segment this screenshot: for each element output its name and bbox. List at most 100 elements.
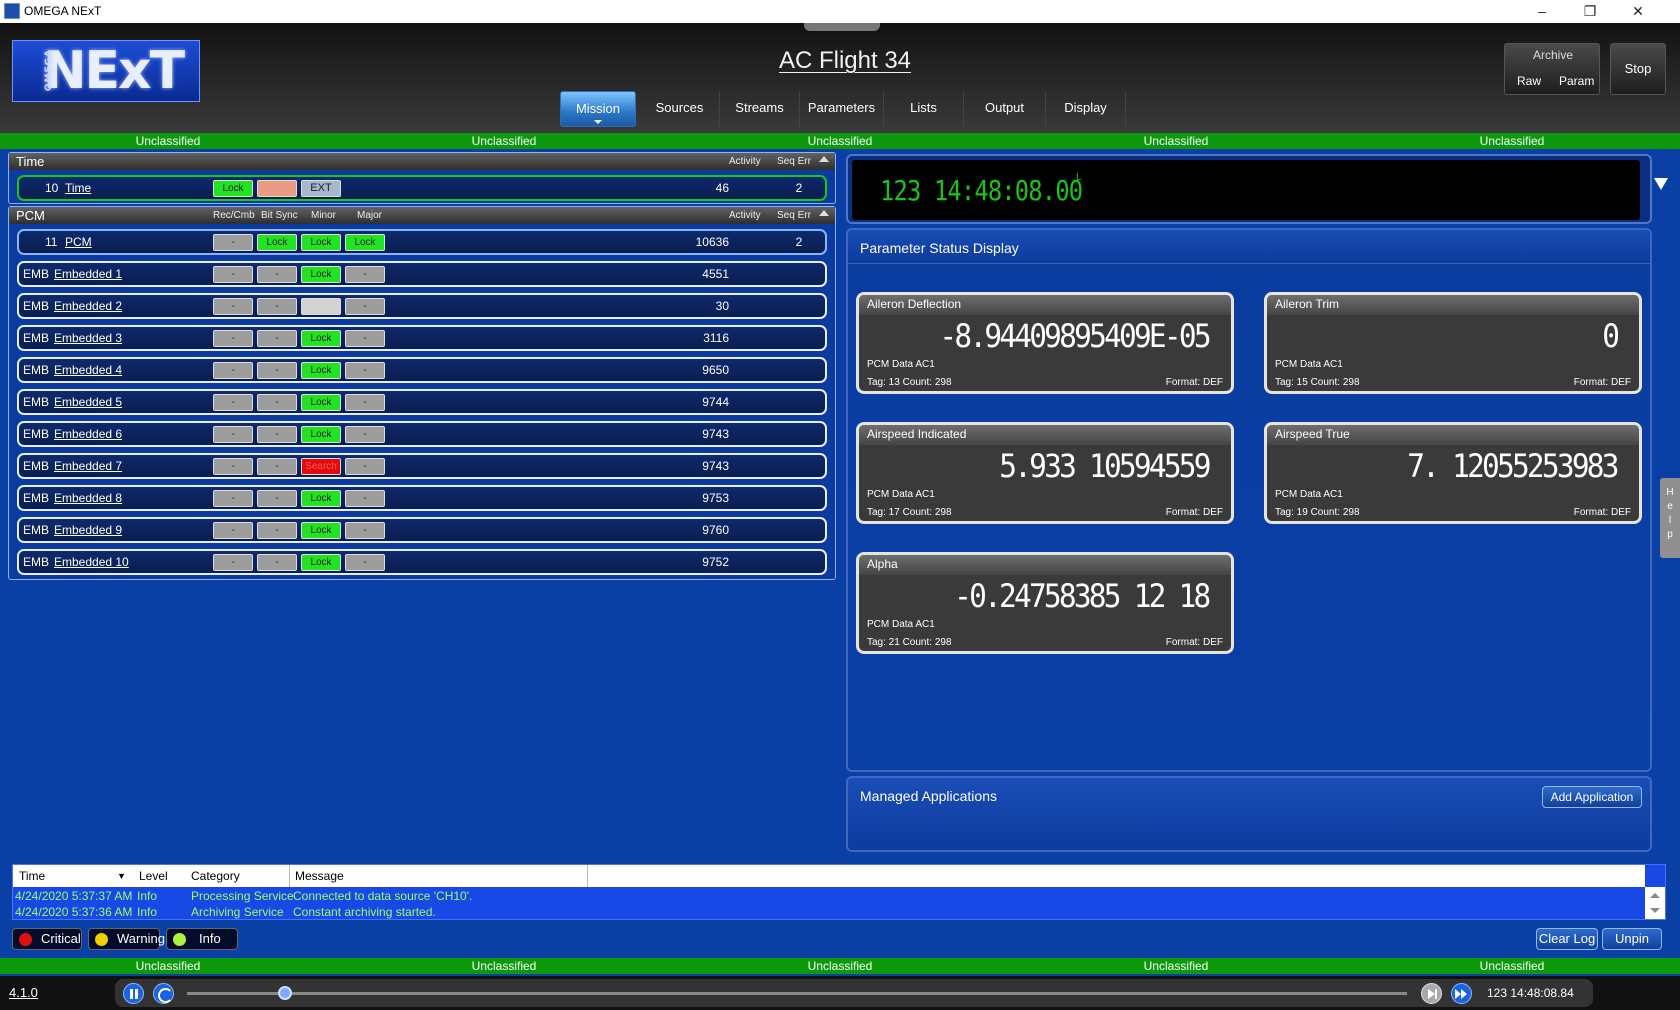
tab-streams[interactable]: Streams xyxy=(720,91,800,127)
playback-slider-thumb[interactable] xyxy=(277,986,292,1000)
log-header: Time ▼ Level Category Message xyxy=(13,865,1645,887)
classification-label: Unclassified xyxy=(1143,959,1209,973)
omega-next-logo: OMEGA NExT xyxy=(12,40,200,102)
param-card[interactable]: Aileron Trim 0 PCM Data AC1 Tag: 15 Coun… xyxy=(1264,292,1642,394)
activity-value: 9743 xyxy=(702,427,729,441)
bit-sync-indicator: - xyxy=(257,426,297,443)
minor-indicator xyxy=(301,298,341,315)
param-card-format: Format: DEF xyxy=(1573,377,1631,388)
major-indicator: Lock xyxy=(345,234,385,251)
critical-filter-button[interactable]: Critical xyxy=(12,928,82,950)
minor-indicator: Lock xyxy=(301,394,341,411)
col-seq-err: Seq Err xyxy=(777,210,811,221)
embedded-row[interactable]: EMB Embedded 9- - Lock -9760 xyxy=(17,517,827,543)
rec-cmb-indicator: - xyxy=(213,490,253,507)
archive-label[interactable]: Archive xyxy=(1505,48,1601,62)
row-name-link[interactable]: Embedded 9 xyxy=(54,523,122,537)
sync-icon[interactable] xyxy=(153,983,174,1004)
embedded-row[interactable]: EMB Embedded 2- - -30 xyxy=(17,293,827,319)
app-icon xyxy=(4,3,20,19)
help-tab[interactable]: H e l p xyxy=(1660,478,1680,558)
warning-filter-button[interactable]: Warning xyxy=(88,928,165,950)
row-name-link[interactable]: Embedded 1 xyxy=(54,267,122,281)
param-card-source: PCM Data AC1 xyxy=(867,359,935,370)
stop-button[interactable]: Stop xyxy=(1610,43,1666,95)
log-scrollbar[interactable] xyxy=(1645,887,1665,919)
tab-lists[interactable]: Lists xyxy=(884,91,964,127)
row-name-link[interactable]: Time xyxy=(65,181,91,195)
unpin-button[interactable]: Unpin xyxy=(1602,928,1662,950)
add-application-button[interactable]: Add Application xyxy=(1542,786,1642,808)
embedded-row[interactable]: EMB Embedded 7- - Search -9743 xyxy=(17,453,827,479)
archive-param-button[interactable]: Param xyxy=(1559,74,1594,88)
activity-value: 3116 xyxy=(703,331,729,345)
step-forward-icon[interactable] xyxy=(1421,983,1442,1004)
log-row[interactable]: 4/24/2020 5:37:36 AM Info Archiving Serv… xyxy=(15,905,1635,921)
archive-raw-button[interactable]: Raw xyxy=(1517,74,1541,88)
tab-output[interactable]: Output xyxy=(964,91,1046,127)
classification-label: Unclassified xyxy=(135,134,201,148)
param-card[interactable]: Airspeed True 7. 12055253983 PCM Data AC… xyxy=(1264,422,1642,524)
minor-indicator: Lock xyxy=(301,490,341,507)
pcm-group: PCM Rec/Cmb Bit Sync Minor Major Activit… xyxy=(8,206,836,580)
row-name-link[interactable]: PCM xyxy=(65,235,92,249)
playback-track[interactable] xyxy=(187,992,1407,995)
param-card[interactable]: Aileron Deflection -8.94409895409E-05 PC… xyxy=(856,292,1234,394)
minimize-button[interactable]: – xyxy=(1522,1,1562,21)
row-name-link[interactable]: Embedded 4 xyxy=(54,363,122,377)
embedded-row[interactable]: EMB Embedded 5- - Lock -9744 xyxy=(17,389,827,415)
pull-down-handle[interactable] xyxy=(804,23,880,31)
archive-control[interactable]: Archive Raw Param xyxy=(1504,43,1600,95)
close-button[interactable]: ✕ xyxy=(1618,1,1658,21)
row-name-link[interactable]: Embedded 6 xyxy=(54,427,122,441)
collapse-icon[interactable] xyxy=(819,156,829,162)
row-name-link[interactable]: Embedded 2 xyxy=(54,299,122,313)
mission-title[interactable]: AC Flight 34 xyxy=(680,47,1010,75)
embedded-row[interactable]: EMB Embedded 8- - Lock -9753 xyxy=(17,485,827,511)
row-number: EMB xyxy=(23,299,50,313)
col-activity: Activity xyxy=(729,210,761,221)
collapse-icon[interactable] xyxy=(819,210,829,216)
clock-suffix: L xyxy=(1076,172,1082,183)
clear-log-button[interactable]: Clear Log xyxy=(1536,928,1598,950)
tab-mission[interactable]: Mission xyxy=(560,91,636,127)
log-panel: Time ▼ Level Category Message 4/24/2020 … xyxy=(12,864,1666,920)
pause-icon[interactable] xyxy=(123,983,144,1004)
info-filter-button[interactable]: Info xyxy=(166,928,238,950)
param-card-value: 7. 12055253983 xyxy=(1407,447,1619,485)
tab-sources[interactable]: Sources xyxy=(640,91,720,127)
param-card-source: PCM Data AC1 xyxy=(1275,359,1343,370)
row-name-link[interactable]: Embedded 10 xyxy=(54,555,129,569)
maximize-button[interactable]: ❐ xyxy=(1570,1,1610,21)
row-name-link[interactable]: Embedded 8 xyxy=(54,491,122,505)
log-col-category[interactable]: Category xyxy=(191,869,240,883)
playback-time: 123 14:48:08.84 xyxy=(1487,986,1574,1000)
managed-applications-panel: Managed Applications Add Application xyxy=(846,776,1652,852)
param-card[interactable]: Airspeed Indicated 5.933 10594559 PCM Da… xyxy=(856,422,1234,524)
embedded-row[interactable]: EMB Embedded 1- - Lock -4551 xyxy=(17,261,827,287)
embedded-row[interactable]: EMB Embedded 3- - Lock -3116 xyxy=(17,325,827,351)
log-col-time[interactable]: Time xyxy=(19,869,45,883)
param-card[interactable]: Alpha -0.24758385 12 18 PCM Data AC1 Tag… xyxy=(856,552,1234,654)
log-col-message[interactable]: Message xyxy=(295,869,344,883)
row-name-link[interactable]: Embedded 5 xyxy=(54,395,122,409)
status-indicator xyxy=(257,180,297,197)
log-col-level[interactable]: Level xyxy=(139,869,168,883)
embedded-row[interactable]: EMB Embedded 4- - Lock -9650 xyxy=(17,357,827,383)
version-label[interactable]: 4.1.0 xyxy=(9,985,38,1000)
log-row[interactable]: 4/24/2020 5:37:37 AM Info Processing Ser… xyxy=(15,889,1635,905)
pcm-row[interactable]: 11 PCM - Lock Lock Lock 10636 2 xyxy=(17,229,827,255)
tab-display[interactable]: Display xyxy=(1046,91,1126,127)
embedded-row[interactable]: EMB Embedded 10- - Lock -9752 xyxy=(17,549,827,575)
clock-panel: 123 14:48:08.00 L xyxy=(846,154,1668,224)
rec-cmb-indicator: - xyxy=(213,426,253,443)
major-indicator: - xyxy=(345,394,385,411)
embedded-row[interactable]: EMB Embedded 6- - Lock -9743 xyxy=(17,421,827,447)
sort-down-icon[interactable]: ▼ xyxy=(117,871,126,881)
dropdown-arrow-icon[interactable] xyxy=(1654,178,1668,190)
tab-parameters[interactable]: Parameters xyxy=(800,91,884,127)
fast-forward-icon[interactable] xyxy=(1451,983,1472,1004)
time-row[interactable]: 10 Time Lock EXT 46 2 xyxy=(17,175,827,201)
row-name-link[interactable]: Embedded 7 xyxy=(54,459,122,473)
row-name-link[interactable]: Embedded 3 xyxy=(54,331,122,345)
